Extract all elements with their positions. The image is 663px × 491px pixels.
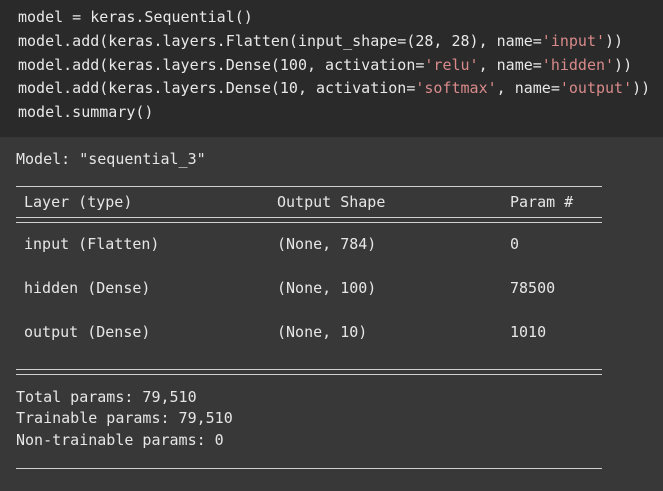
header-param-count: Param # [510, 193, 574, 211]
total-params: Total params: 79,510 [16, 388, 197, 406]
code-line-5: model.summary() [18, 103, 154, 121]
code-line-4: model.add(keras.layers.Dense(10, activat… [18, 77, 650, 101]
output-cell: Model: "sequential_3" Layer (type) Outpu… [0, 137, 663, 491]
code-line-3: model.add(keras.layers.Dense(100, activa… [18, 54, 632, 78]
row-shape: (None, 784) [277, 235, 377, 253]
code-text: , name= [478, 56, 542, 74]
row-params: 0 [510, 235, 520, 253]
code-text: model.add(keras.layers.Dense(100, activa… [18, 56, 425, 74]
table-bottom-rule [16, 468, 602, 469]
row-shape: (None, 100) [277, 279, 377, 297]
code-line-2: model.add(keras.layers.Flatten(input_sha… [18, 30, 623, 54]
trainable-params: Trainable params: 79,510 [16, 409, 233, 427]
code-text: model.add(keras.layers.Dense(10, activat… [18, 79, 416, 97]
header-output-shape: Output Shape [277, 193, 386, 211]
header-double-rule [16, 217, 602, 223]
code-string: 'hidden' [541, 56, 615, 74]
row-layer: input (Flatten) [24, 235, 160, 253]
table-top-rule [16, 186, 602, 187]
code-text: )) [605, 32, 624, 50]
code-line-1: model = keras.Sequential() [18, 8, 253, 26]
model-title: Model: "sequential_3" [16, 150, 206, 168]
row-params: 78500 [510, 279, 556, 297]
code-string: 'input' [541, 32, 606, 50]
row-params: 1010 [510, 323, 547, 341]
row-layer: hidden (Dense) [24, 279, 151, 297]
row-layer: output (Dense) [24, 323, 151, 341]
code-text: )) [614, 56, 633, 74]
header-layer: Layer (type) [24, 193, 133, 211]
code-text: , name= [496, 79, 560, 97]
non-trainable-params: Non-trainable params: 0 [16, 431, 224, 449]
code-string: 'output' [559, 79, 633, 97]
code-string: 'softmax' [415, 79, 497, 97]
code-string: 'relu' [424, 56, 479, 74]
row-shape: (None, 10) [277, 323, 368, 341]
code-cell[interactable]: model = keras.Sequential() model.add(ker… [0, 0, 663, 137]
code-text: )) [632, 79, 651, 97]
footer-double-rule [16, 369, 602, 375]
code-text: model.add(keras.layers.Flatten(input_sha… [18, 32, 542, 50]
